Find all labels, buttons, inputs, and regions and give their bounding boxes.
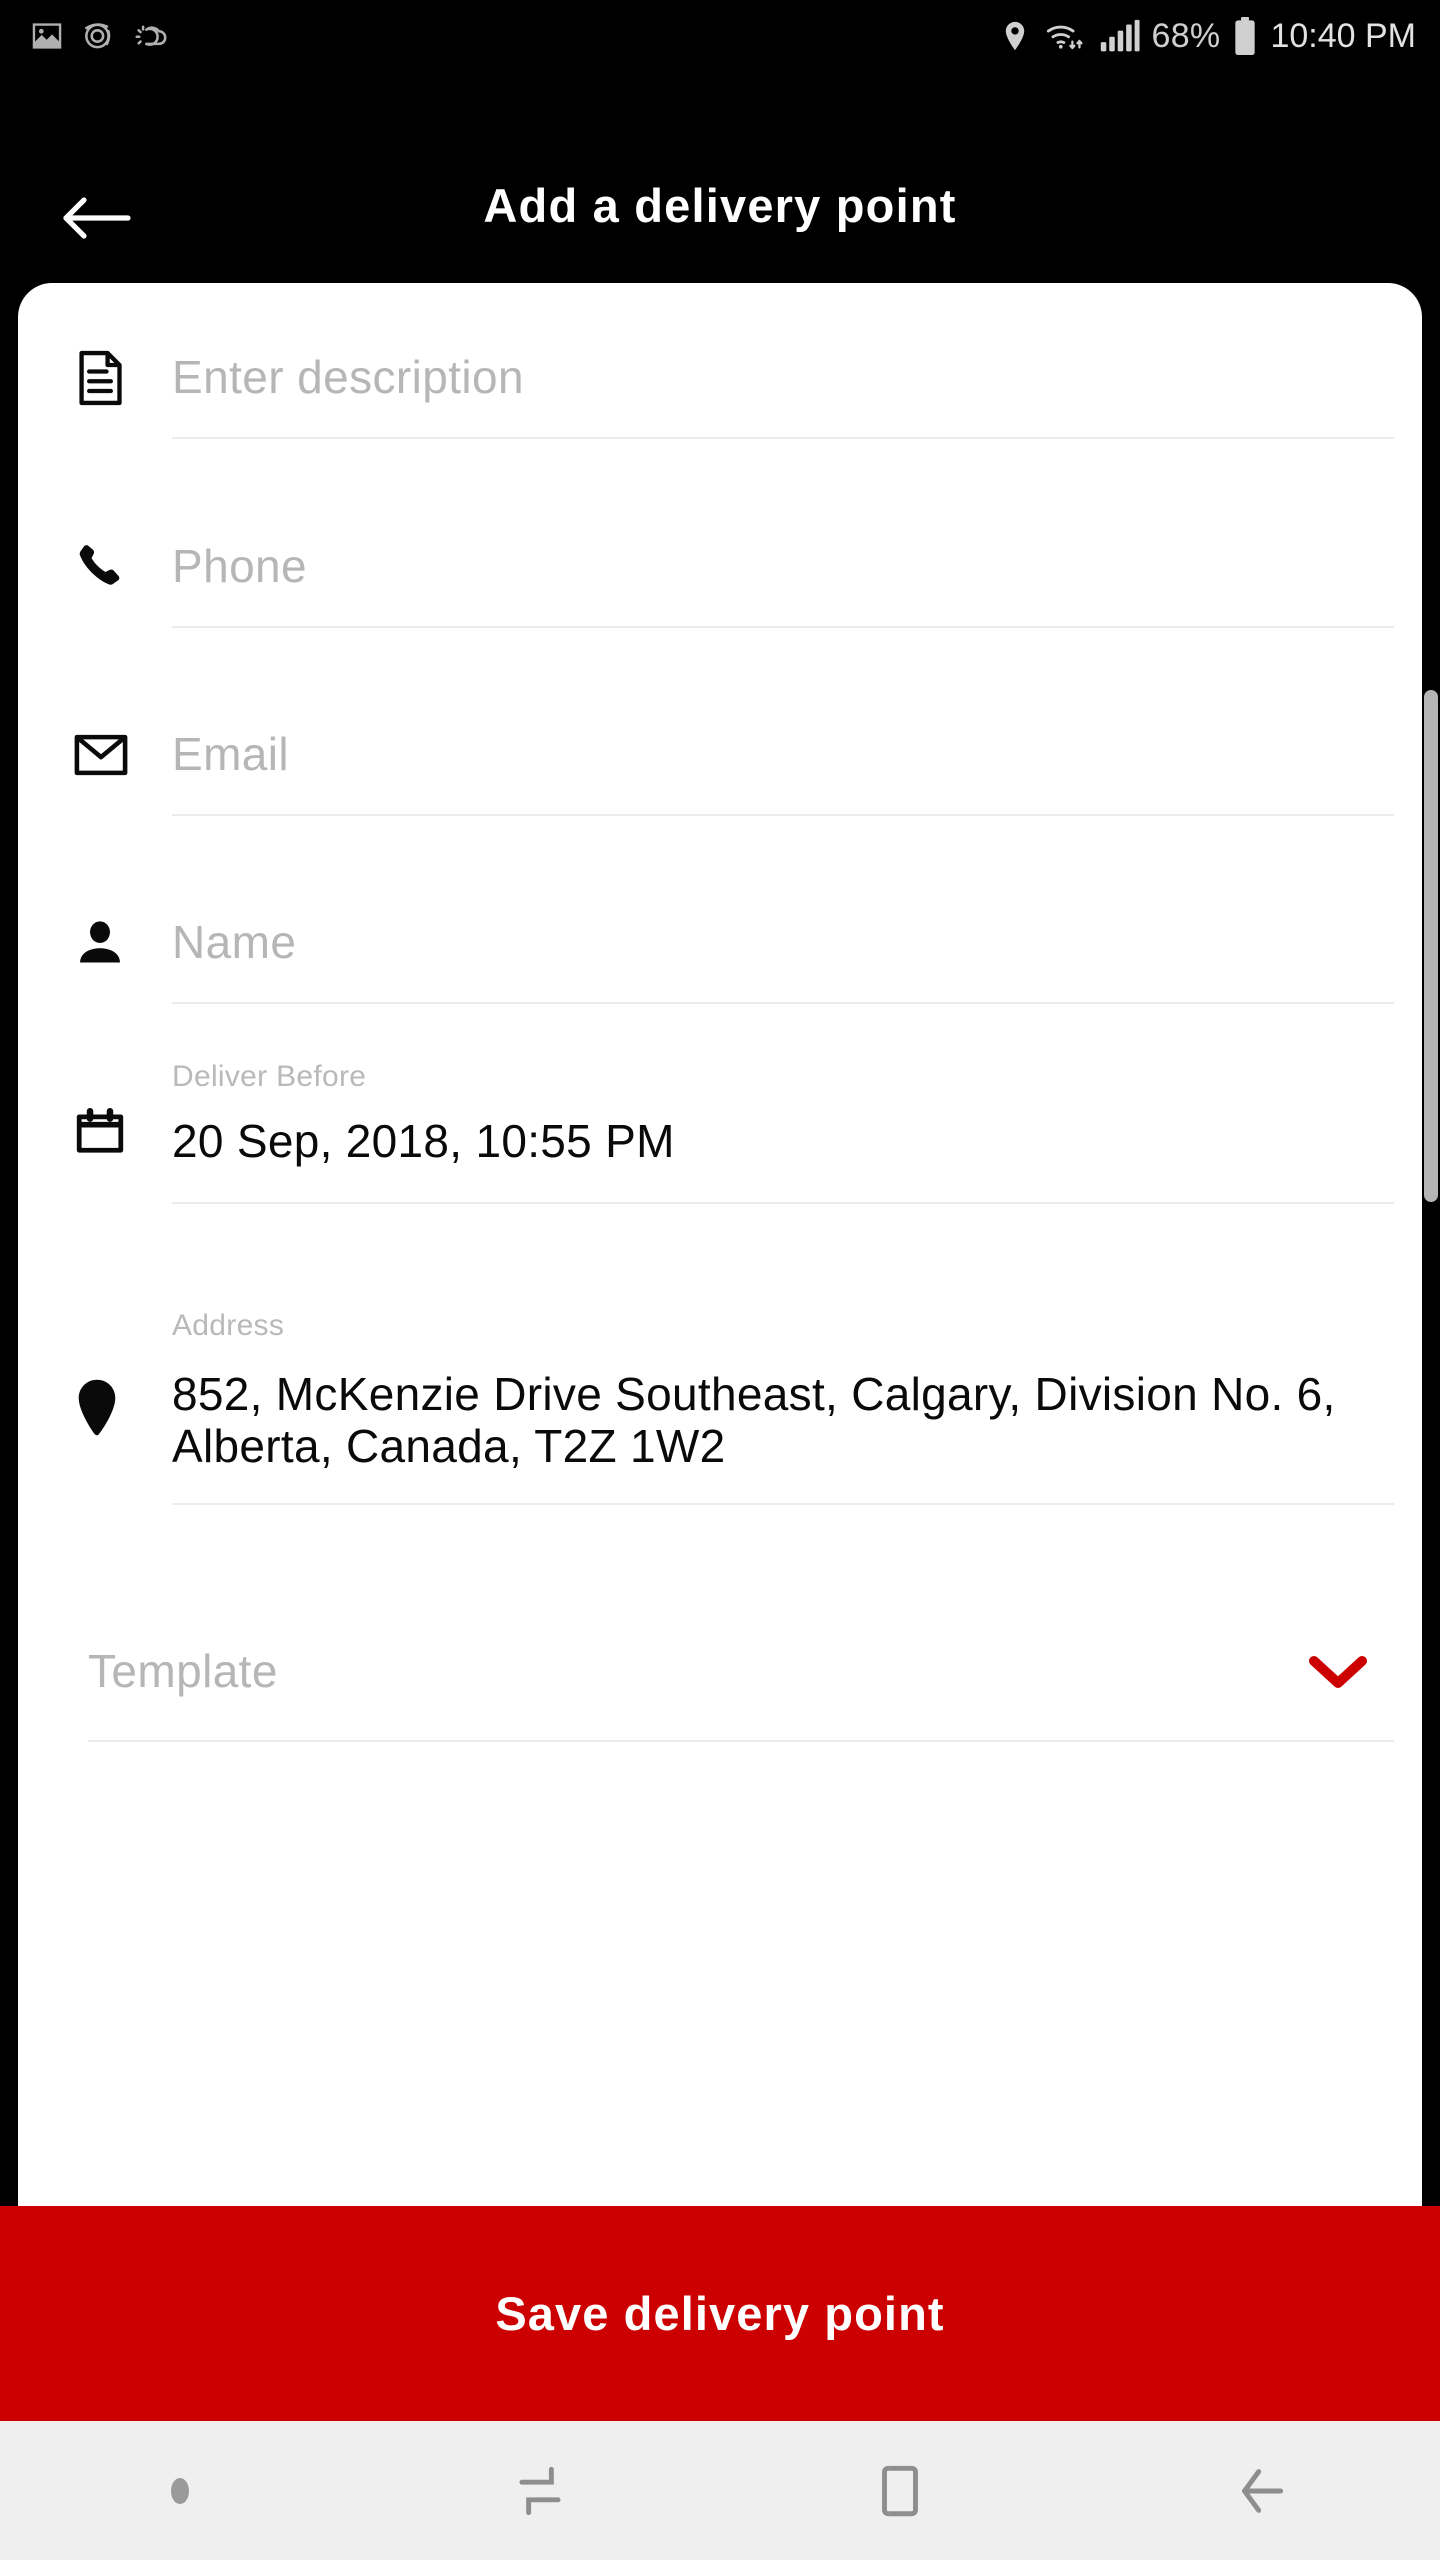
battery-icon xyxy=(1232,16,1258,56)
nav-dot-indicator[interactable] xyxy=(0,2421,360,2560)
description-row[interactable]: Enter description xyxy=(18,283,1422,473)
chevron-down-icon[interactable] xyxy=(1306,1651,1370,1691)
clock-label: 10:40 PM xyxy=(1270,16,1416,55)
home-icon xyxy=(882,2465,918,2516)
address-value: 852, McKenzie Drive Southeast, Calgary, … xyxy=(172,1368,1336,1472)
nav-back-button[interactable] xyxy=(1080,2421,1440,2560)
phone-placeholder: Phone xyxy=(172,540,308,592)
deliver-before-label: Deliver Before xyxy=(172,1060,367,1094)
android-nav-bar xyxy=(0,2421,1440,2560)
nav-recents-button[interactable] xyxy=(360,2421,720,2560)
calendar-icon xyxy=(74,1106,172,1158)
description-field[interactable]: Enter description xyxy=(172,317,1394,439)
back-icon xyxy=(1242,2468,1284,2513)
name-placeholder: Name xyxy=(172,916,297,968)
phone-row[interactable]: Phone xyxy=(18,473,1422,661)
email-placeholder: Email xyxy=(172,728,290,780)
template-placeholder: Template xyxy=(88,1645,278,1697)
name-field[interactable]: Name xyxy=(172,882,1394,1004)
save-button-label: Save delivery point xyxy=(495,2287,945,2340)
nav-home-button[interactable] xyxy=(720,2421,1080,2560)
phone-field[interactable]: Phone xyxy=(172,506,1394,628)
status-bar-right-icons: 68% 10:40 PM xyxy=(998,16,1416,56)
weather-icon xyxy=(132,17,170,55)
image-icon xyxy=(28,17,66,55)
template-row[interactable]: Template xyxy=(18,1587,1422,1757)
location-pin-icon xyxy=(998,19,1032,53)
address-field[interactable]: Address 852, McKenzie Drive Southeast, C… xyxy=(172,1227,1394,1587)
location-pin-icon xyxy=(74,1378,172,1436)
form-card: Enter description Phone Email Name Deliv… xyxy=(18,283,1422,2206)
phone-screen: 68% 10:40 PM Add a delivery point Enter … xyxy=(0,0,1440,2560)
status-bar: 68% 10:40 PM xyxy=(0,0,1440,72)
person-icon xyxy=(74,917,172,969)
address-row[interactable]: Address 852, McKenzie Drive Southeast, C… xyxy=(18,1227,1422,1587)
wifi-icon xyxy=(1044,19,1088,53)
page-title: Add a delivery point xyxy=(483,179,957,232)
spiral-icon xyxy=(80,17,118,55)
recents-icon xyxy=(519,2466,561,2515)
dot-indicator-icon xyxy=(171,2477,189,2504)
name-row[interactable]: Name xyxy=(18,849,1422,1037)
deliver-before-field[interactable]: Deliver Before 20 Sep, 2018, 10:55 PM xyxy=(172,1037,1394,1227)
app-bar: Add a delivery point xyxy=(0,72,1440,283)
address-label: Address xyxy=(172,1309,285,1343)
description-placeholder: Enter description xyxy=(172,351,524,403)
deliver-before-row[interactable]: Deliver Before 20 Sep, 2018, 10:55 PM xyxy=(18,1037,1422,1227)
email-field[interactable]: Email xyxy=(172,694,1394,816)
email-row[interactable]: Email xyxy=(18,661,1422,849)
scrollbar-thumb[interactable] xyxy=(1424,690,1438,1202)
envelope-icon xyxy=(74,733,172,777)
delivery-point-form: Enter description Phone Email Name Deliv… xyxy=(18,283,1422,1757)
save-delivery-point-button[interactable]: Save delivery point xyxy=(0,2206,1440,2421)
template-select[interactable]: Template xyxy=(88,1602,1394,1742)
status-bar-left-icons xyxy=(28,17,170,55)
battery-percent-label: 68% xyxy=(1151,16,1221,55)
phone-icon xyxy=(74,541,172,593)
document-icon xyxy=(74,349,172,407)
deliver-before-value: 20 Sep, 2018, 10:55 PM xyxy=(172,1115,675,1168)
signal-bars-icon xyxy=(1100,19,1140,53)
